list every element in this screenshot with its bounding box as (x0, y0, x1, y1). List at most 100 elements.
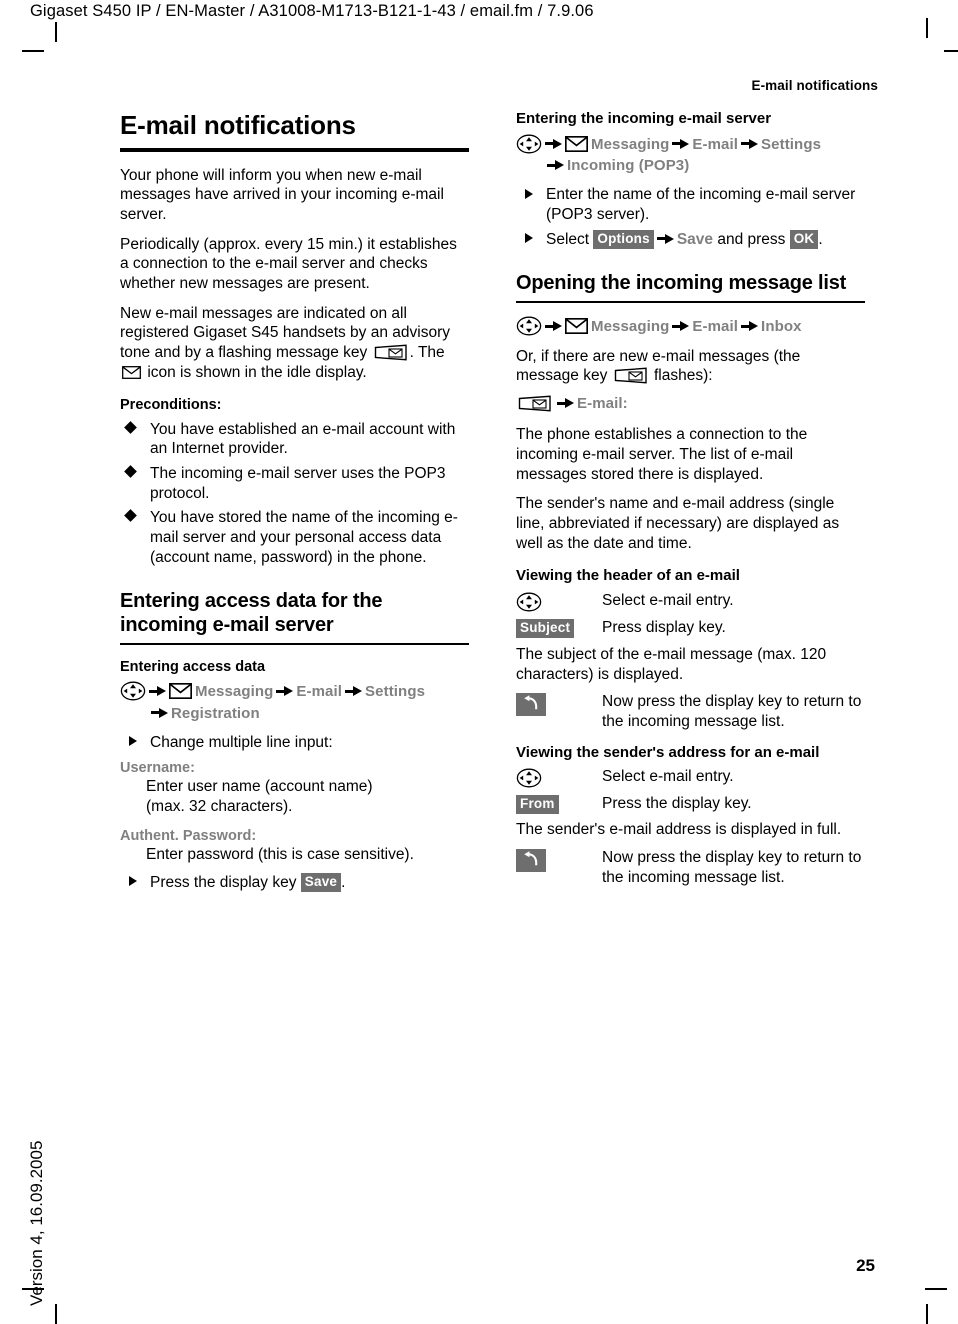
menu-item-email[interactable]: E-mail (692, 318, 738, 335)
arrow-icon (545, 320, 562, 332)
diamond-bullet-icon (124, 509, 137, 523)
procedure-text: Press the display key. (602, 795, 752, 813)
step-change-line-input: Change multiple line input: (120, 733, 469, 753)
connection-paragraph: The phone establishes a connection to th… (516, 426, 808, 483)
precondition-text: The incoming e-mail server uses the POP3… (150, 464, 446, 502)
subsection-incoming-server: Entering the incoming e-mail server (516, 110, 772, 127)
arrow-icon (149, 685, 166, 697)
procedure-key-cell (516, 767, 602, 788)
navigation-key-icon[interactable] (516, 768, 542, 788)
message-key-icon[interactable] (518, 395, 552, 412)
triangle-bullet-icon (525, 188, 533, 199)
step-enter-server-name: Enter the name of the incoming e-mail se… (516, 185, 865, 224)
username-field-label: Username: (120, 759, 195, 776)
chapter-rule (120, 147, 469, 152)
envelope-icon (122, 365, 141, 379)
display-key-back[interactable] (516, 693, 546, 717)
username-line-1: Enter user name (account name) (146, 778, 373, 796)
menu-item-email-colon[interactable]: E-mail: (577, 395, 628, 412)
right-column: Entering the incoming e-mail server Mess… (516, 110, 865, 898)
menu-item-save[interactable]: Save (677, 231, 713, 248)
diamond-bullet-icon (124, 420, 137, 434)
username-label: Username: (120, 758, 469, 778)
step-text-suffix: . (818, 230, 823, 248)
navigation-key-icon[interactable] (516, 592, 542, 612)
procedure-key-cell (516, 692, 602, 731)
password-label: Authent. Password: (120, 826, 469, 846)
display-key-back[interactable] (516, 848, 546, 872)
display-key-options[interactable]: Options (593, 230, 654, 250)
arrow-icon (547, 159, 564, 171)
crop-mark-top-right-vertical (926, 18, 928, 38)
procedure-row: From Press the display key. (516, 794, 865, 815)
menu-item-settings[interactable]: Settings (761, 136, 821, 153)
messaging-envelope-icon (564, 135, 589, 152)
step-text: Enter the name of the incoming e-mail se… (546, 186, 856, 224)
display-key-save[interactable]: Save (300, 873, 342, 893)
procedure-row: Now press the display key to return to t… (516, 848, 865, 887)
menu-item-email[interactable]: E-mail (692, 136, 738, 153)
crop-mark-top-right-horizontal (944, 50, 958, 52)
chapter-title: E-mail notifications (120, 110, 356, 140)
menu-item-settings[interactable]: Settings (365, 683, 425, 700)
section-title-access-data: Entering access data for the incoming e-… (120, 590, 383, 637)
intro-paragraph-1: Your phone will inform you when new e-ma… (120, 166, 444, 224)
left-column: E-mail notifications Your phone will inf… (120, 110, 469, 898)
procedure-row: Now press the display key to return to t… (516, 692, 865, 731)
display-key-from[interactable]: From (516, 795, 559, 815)
precondition-item: You have stored the name of the incoming… (120, 508, 469, 567)
display-key-subject[interactable]: Subject (516, 619, 575, 638)
subsection-entering-access-data: Entering access data (120, 659, 266, 676)
intro3-text-c: icon is shown in the idle display. (147, 363, 367, 381)
file-id-line: Gigaset S450 IP / EN-Master / A31008-M17… (30, 2, 594, 20)
procedure-row: Subject Press display key. (516, 618, 865, 638)
procedure-key-cell (516, 848, 602, 887)
precondition-item: The incoming e-mail server uses the POP3… (120, 464, 469, 503)
menu-item-messaging[interactable]: Messaging (591, 318, 669, 335)
intro-paragraph-2: Periodically (approx. every 15 min.) it … (120, 235, 457, 293)
procedure-text: Now press the display key to return to t… (602, 693, 862, 730)
section-rule (120, 643, 469, 646)
step-select-options-save: Select Options Save and press OK. (516, 230, 865, 250)
or-new-messages-paragraph: Or, if there are new e-mail messages (th… (516, 347, 865, 386)
navigation-key-icon (516, 316, 542, 336)
menu-item-messaging[interactable]: Messaging (195, 683, 273, 700)
arrow-icon (672, 320, 690, 332)
arrow-icon (741, 138, 759, 150)
display-key-ok[interactable]: OK (789, 230, 819, 250)
sender-info-paragraph: The sender's name and e-mail address (si… (516, 495, 840, 552)
messaging-envelope-icon (564, 318, 589, 335)
arrow-icon (545, 138, 562, 150)
arrow-icon (151, 707, 168, 719)
intro3-text-b: . The (409, 344, 445, 362)
or-text-b: flashes): (653, 367, 713, 385)
procedure-text: Press display key. (602, 619, 726, 637)
crop-mark-top-left-horizontal (22, 50, 44, 52)
page-body: E-mail notifications Your phone will inf… (120, 110, 865, 898)
menu-path-registration: Messaging E-mail Settings Registration (120, 681, 469, 724)
preconditions-heading: Preconditions: (120, 397, 222, 414)
arrow-icon (741, 320, 759, 332)
menu-item-email[interactable]: E-mail (296, 683, 342, 700)
navigation-key-icon (120, 681, 146, 701)
step-text-and: and press (717, 230, 786, 248)
menu-item-inbox[interactable]: Inbox (761, 318, 802, 335)
procedure-key-cell (516, 591, 602, 612)
procedure-key-cell: Subject (516, 618, 602, 638)
running-head: E-mail notifications (751, 78, 878, 93)
menu-item-registration[interactable]: Registration (171, 705, 260, 722)
menu-item-messaging[interactable]: Messaging (591, 136, 669, 153)
menu-path-message-key-email: E-mail: (516, 393, 865, 414)
page-number: 25 (856, 1256, 875, 1275)
subsection-viewing-header: Viewing the header of an e-mail (516, 567, 740, 585)
message-key-icon (374, 344, 408, 361)
triangle-bullet-icon (525, 233, 533, 244)
arrow-icon (656, 233, 674, 245)
subsection-viewing-sender: Viewing the sender's address for an e-ma… (516, 743, 820, 761)
intro-paragraph-3: New e-mail messages are indicated on all… (120, 304, 469, 383)
menu-item-incoming-pop3[interactable]: Incoming (POP3) (567, 157, 689, 174)
sender-address-paragraph: The sender's e-mail address is displayed… (516, 821, 842, 839)
arrow-icon (672, 138, 690, 150)
procedure-text: Select e-mail entry. (602, 592, 734, 610)
triangle-bullet-icon (129, 736, 137, 747)
